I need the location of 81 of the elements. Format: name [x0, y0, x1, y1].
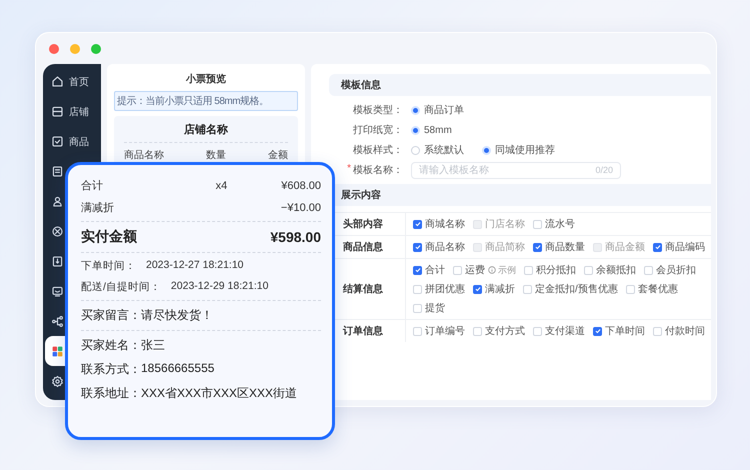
checkbox-option[interactable]: 付款时间: [653, 324, 705, 338]
settings-icon: [51, 374, 64, 388]
column-header: 数量: [206, 149, 226, 162]
character-counter: 0/20: [595, 165, 613, 175]
time-label: 配送/自提时间：: [81, 280, 161, 294]
maximize-button[interactable]: [91, 44, 101, 54]
checkbox-option[interactable]: 支付渠道: [533, 324, 585, 338]
summary-label: 满减折: [81, 201, 114, 215]
checkbox[interactable]: [413, 220, 422, 228]
home-icon: [51, 75, 64, 88]
tip-banner: 提示：当前小票只适用 58mm规格。: [114, 91, 298, 111]
checkbox[interactable]: [533, 242, 542, 252]
checkbox-option[interactable]: 会员折扣: [644, 263, 696, 277]
field-label: 模板名称：: [353, 164, 403, 177]
checkbox-option[interactable]: 积分抵扣: [524, 263, 576, 277]
checkbox-option[interactable]: 提货: [413, 301, 445, 315]
sidebar-item[interactable]: 商品: [45, 126, 93, 157]
checkbox-option[interactable]: 商品数量: [533, 240, 585, 254]
message-label: 买家留言：: [81, 307, 141, 324]
column-header: 商品名称: [124, 148, 164, 162]
app-grid-icon: [51, 344, 64, 358]
checkbox-option[interactable]: 支付方式: [473, 324, 525, 338]
buyer-value: 张三: [141, 337, 165, 354]
document-icon: [51, 165, 64, 178]
checkbox[interactable]: [413, 266, 422, 274]
checkbox-option[interactable]: 商城名称: [413, 217, 465, 231]
info-icon: [488, 266, 496, 274]
checkbox-option[interactable]: 下单时间: [593, 324, 645, 338]
checkbox[interactable]: [413, 242, 422, 252]
checkbox-option[interactable]: 余额抵扣: [584, 263, 636, 277]
checkbox-option[interactable]: 流水号: [533, 217, 575, 231]
user-icon: [51, 195, 64, 208]
download-icon: [51, 254, 64, 268]
buyer-value: XXX省XXX市XXX区XXX街道: [141, 385, 298, 402]
checkbox-option[interactable]: 满减折: [473, 282, 515, 296]
time-value: 2023-12-27 18:21:10: [146, 259, 244, 273]
buyer-label: 联系地址：: [81, 385, 141, 402]
time-value: 2023-12-29 18:21:10: [170, 280, 268, 294]
checkbox-option[interactable]: 商品编码: [653, 240, 705, 254]
checkbox[interactable]: [653, 242, 662, 252]
total-amount: ¥598.00: [270, 229, 321, 245]
section-header: 模板信息: [329, 74, 711, 96]
checkbox-option[interactable]: 合计: [413, 263, 445, 277]
required-mark: *: [347, 163, 351, 176]
summary-label: 合计: [81, 179, 103, 193]
radio-button[interactable]: [411, 146, 420, 154]
buyer-value: 18566665555: [141, 361, 214, 377]
radio-option[interactable]: 系统默认: [411, 143, 464, 157]
network-icon: [51, 314, 64, 328]
field-label: 模板样式：: [353, 144, 403, 157]
radio-button[interactable]: [411, 126, 420, 134]
checkbox[interactable]: [473, 284, 482, 294]
field-label: 模板类型：: [353, 104, 403, 117]
checkbox-option[interactable]: 拼团优惠: [413, 282, 465, 296]
checkbox-option[interactable]: 订单编号: [413, 324, 465, 338]
amount-text: −¥10.00: [280, 202, 321, 214]
checkbox-option[interactable]: 商品名称: [413, 240, 465, 254]
minimize-button[interactable]: [70, 44, 80, 54]
time-label: 下单时间：: [81, 259, 136, 273]
radio-option[interactable]: 58mm: [411, 124, 452, 136]
radio-option[interactable]: 同城使用推荐: [482, 143, 555, 157]
checkbox-option[interactable]: 定金抵扣/预售优惠: [523, 282, 618, 296]
close-button[interactable]: [49, 44, 59, 54]
monitor-icon: [51, 284, 64, 298]
amount-text: ¥608.00: [281, 180, 321, 192]
checkbox-option[interactable]: 套餐优惠: [626, 282, 678, 296]
radio-button[interactable]: [411, 106, 420, 114]
column-header: 金额: [268, 148, 288, 162]
preview-title: 小票预览: [184, 72, 227, 86]
radio-button[interactable]: [482, 146, 491, 154]
quantity-text: x4: [214, 180, 228, 192]
store-name: 店铺名称: [124, 122, 288, 143]
checkbox[interactable]: [593, 326, 602, 336]
buyer-label: 联系方式：: [81, 361, 141, 378]
buyer-label: 买家姓名：: [81, 337, 141, 354]
field-label: 打印纸宽：: [353, 124, 403, 137]
sidebar-item[interactable]: 店铺: [45, 96, 93, 127]
sidebar-item[interactable]: 首页: [45, 67, 93, 97]
total-label: 实付金额: [81, 228, 137, 246]
radio-option[interactable]: 商品订单: [411, 103, 464, 117]
message-text: 请尽快发货！: [141, 307, 213, 324]
